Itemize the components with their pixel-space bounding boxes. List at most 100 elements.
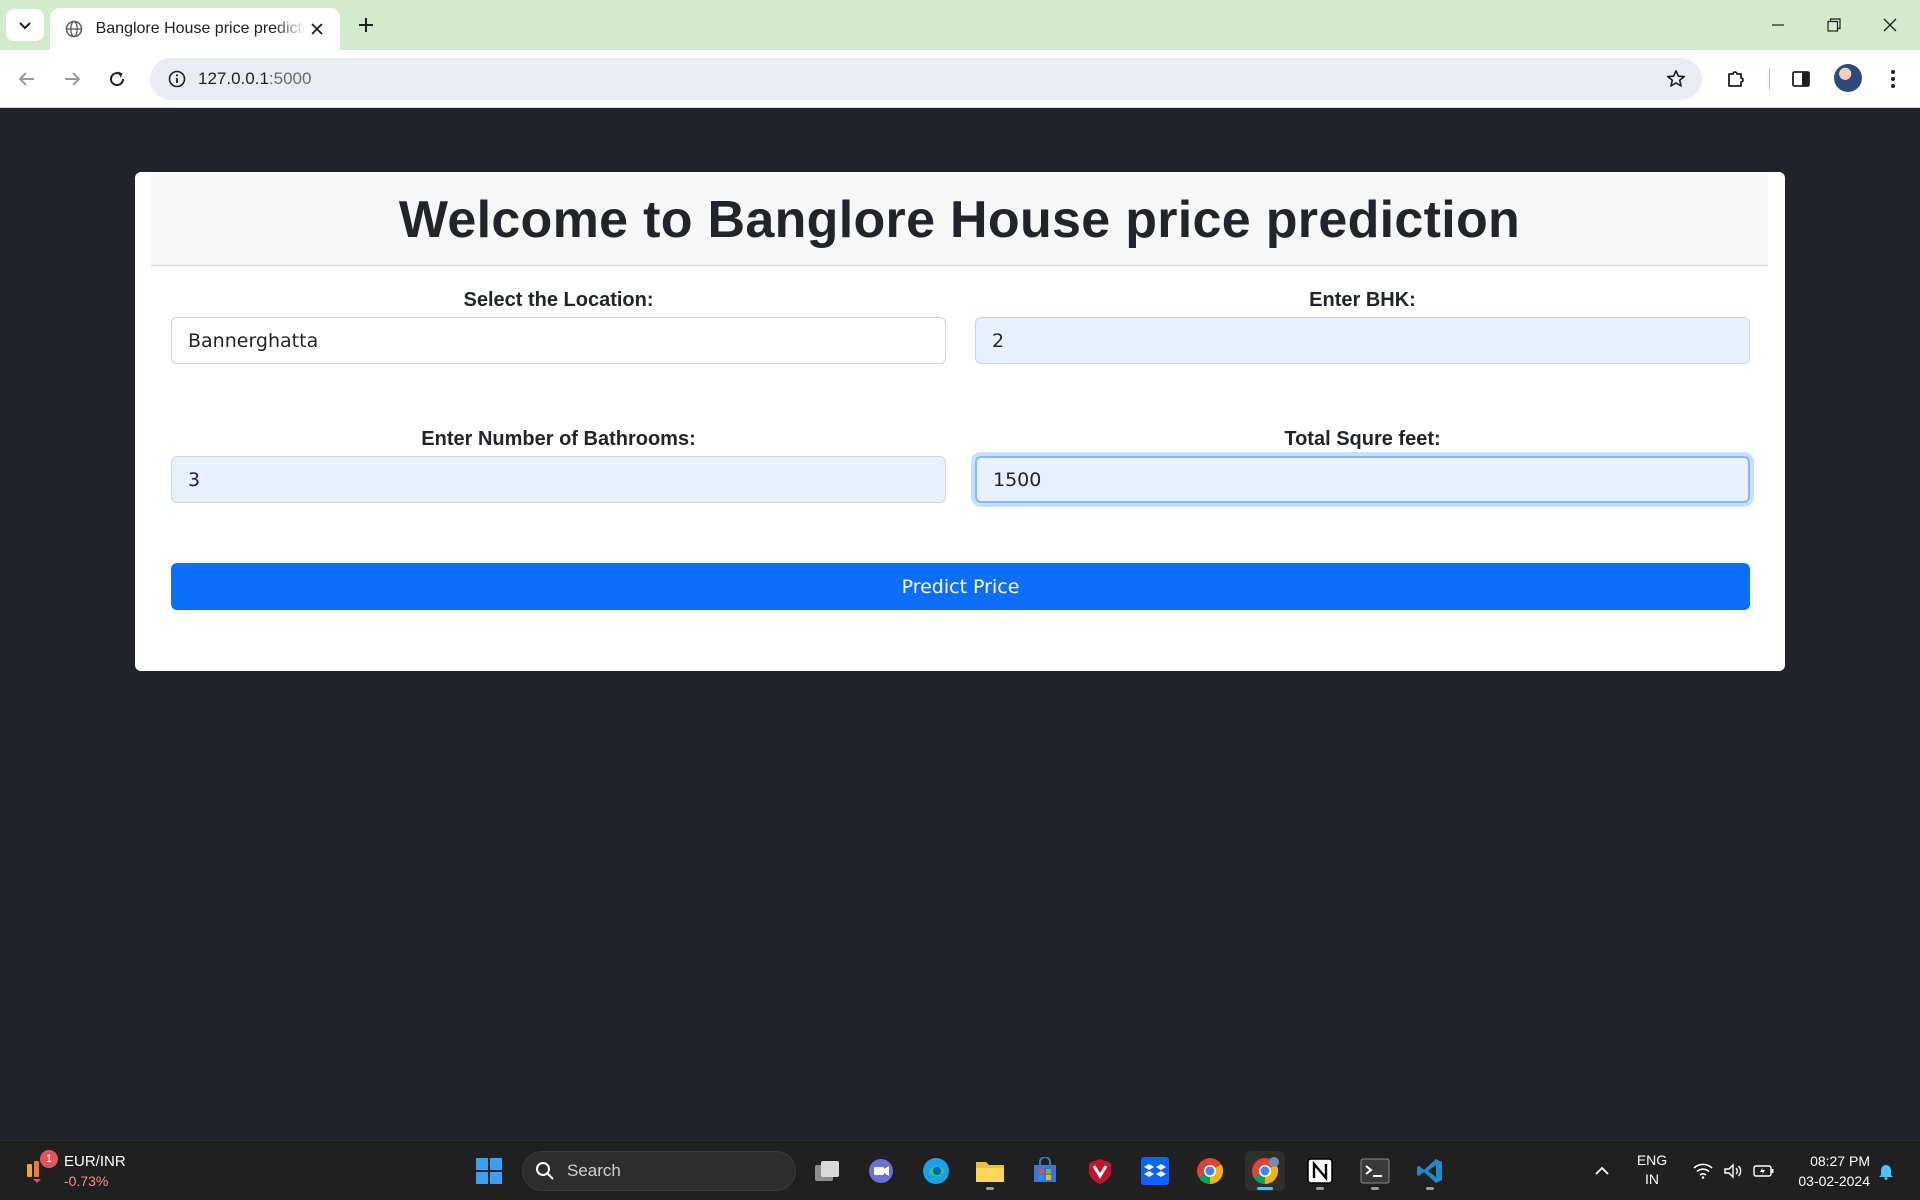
language-line2: IN bbox=[1645, 1171, 1659, 1187]
widget-name: EUR/INR bbox=[64, 1153, 126, 1170]
running-indicator bbox=[1257, 1187, 1273, 1190]
dropbox-button[interactable] bbox=[1135, 1151, 1175, 1191]
location-label: Select the Location: bbox=[463, 289, 654, 311]
tab-search-icon bbox=[19, 22, 31, 30]
restore-button[interactable] bbox=[1806, 0, 1862, 50]
store-icon bbox=[1034, 1157, 1056, 1182]
side-panel-button[interactable] bbox=[1784, 62, 1818, 96]
extensions-icon bbox=[1728, 71, 1744, 87]
windows-taskbar: 1 EUR/INR -0.73% Search ENG IN 08:27 PM … bbox=[0, 1140, 1920, 1200]
plus-icon bbox=[359, 18, 373, 32]
predict-price-button[interactable]: Predict Price bbox=[171, 563, 1750, 610]
language-line1: ENG bbox=[1636, 1152, 1668, 1168]
back-icon bbox=[18, 72, 34, 86]
bathrooms-field: Enter Number of Bathrooms: bbox=[171, 425, 946, 503]
search-label: Search bbox=[567, 1161, 621, 1180]
terminal-button[interactable] bbox=[1355, 1151, 1395, 1191]
store-button[interactable] bbox=[1025, 1151, 1065, 1191]
notion-button[interactable] bbox=[1300, 1151, 1340, 1191]
bathrooms-label: Enter Number of Bathrooms: bbox=[421, 428, 696, 450]
search-icon bbox=[536, 1162, 554, 1180]
globe-icon bbox=[64, 19, 84, 39]
browser-toolbar: 127.0.0.1:5000 bbox=[0, 50, 1920, 108]
side-panel-icon bbox=[1792, 71, 1810, 87]
chrome-icon bbox=[1252, 1157, 1279, 1185]
chrome-profile-button[interactable] bbox=[1245, 1151, 1285, 1191]
vscode-button[interactable] bbox=[1410, 1151, 1450, 1191]
card-header: Welcome to Banglore House price predicti… bbox=[151, 175, 1768, 266]
page-title: Welcome to Banglore House price predicti… bbox=[398, 191, 1521, 249]
minimize-icon bbox=[1772, 24, 1784, 26]
url-host: 127.0.0.1 bbox=[198, 69, 269, 88]
taskbar-search[interactable]: Search bbox=[522, 1151, 796, 1191]
meet-button[interactable] bbox=[861, 1151, 901, 1191]
system-clock[interactable]: 08:27 PM 03-02-2024 bbox=[1780, 1151, 1870, 1191]
bhk-label: Enter BHK: bbox=[1309, 289, 1416, 311]
meet-icon bbox=[869, 1159, 893, 1183]
terminal-icon bbox=[1360, 1158, 1390, 1184]
widget-change: -0.73% bbox=[64, 1173, 109, 1189]
clock-time: 08:27 PM bbox=[1810, 1153, 1870, 1169]
forward-icon bbox=[65, 72, 81, 86]
vscode-icon bbox=[1417, 1159, 1442, 1183]
reload-icon bbox=[110, 71, 125, 87]
url-port: :5000 bbox=[268, 69, 312, 88]
task-view-button[interactable] bbox=[807, 1151, 847, 1191]
chrome-icon bbox=[1197, 1158, 1224, 1185]
back-button[interactable] bbox=[10, 62, 44, 96]
running-indicator bbox=[986, 1187, 994, 1190]
close-icon[interactable] bbox=[306, 18, 328, 40]
notification-bell-icon bbox=[1879, 1165, 1893, 1180]
widget-badge: 1 bbox=[40, 1150, 58, 1168]
location-field: Select the Location: bbox=[171, 286, 946, 364]
quick-settings[interactable] bbox=[1686, 1151, 1782, 1191]
sqft-label: Total Squre feet: bbox=[1284, 428, 1441, 450]
forward-button[interactable] bbox=[55, 62, 89, 96]
bhk-field: Enter BHK: bbox=[975, 286, 1750, 364]
browser-tab-strip: Banglore House price prediction bbox=[0, 0, 1920, 50]
toolbar-divider bbox=[1769, 68, 1770, 90]
dropbox-icon bbox=[1141, 1157, 1169, 1185]
bhk-input[interactable] bbox=[975, 317, 1750, 364]
windows-start-icon bbox=[476, 1158, 502, 1184]
currency-widget[interactable]: 1 EUR/INR -0.73% bbox=[22, 1149, 132, 1193]
task-view-icon bbox=[815, 1161, 839, 1181]
wifi-icon bbox=[1693, 1163, 1713, 1179]
new-tab-button[interactable] bbox=[352, 11, 380, 39]
edge-button[interactable] bbox=[916, 1151, 956, 1191]
running-indicator bbox=[1426, 1187, 1434, 1190]
notification-button[interactable] bbox=[1874, 1151, 1898, 1191]
close-icon bbox=[1883, 18, 1897, 32]
location-select[interactable] bbox=[171, 317, 946, 364]
site-info-icon[interactable] bbox=[164, 66, 190, 92]
close-window-button[interactable] bbox=[1862, 0, 1918, 50]
mcafee-icon bbox=[1089, 1159, 1111, 1184]
tab-search-button[interactable] bbox=[6, 9, 44, 41]
file-explorer-button[interactable] bbox=[970, 1151, 1010, 1191]
mcafee-button[interactable] bbox=[1080, 1151, 1120, 1191]
language-indicator[interactable]: ENG IN bbox=[1630, 1151, 1674, 1189]
minimize-button[interactable] bbox=[1750, 0, 1806, 50]
restore-icon bbox=[1827, 18, 1841, 32]
sqft-field: Total Squre feet: bbox=[975, 425, 1750, 503]
running-indicator bbox=[1371, 1187, 1379, 1190]
star-icon[interactable] bbox=[1664, 67, 1688, 91]
sqft-input[interactable] bbox=[975, 456, 1750, 503]
chevron-up-icon bbox=[1595, 1166, 1609, 1175]
tab-title: Banglore House price prediction bbox=[95, 20, 307, 37]
menu-button[interactable] bbox=[1876, 62, 1910, 96]
bathrooms-input[interactable] bbox=[171, 456, 946, 503]
extensions-button[interactable] bbox=[1719, 62, 1753, 96]
prediction-card: Welcome to Banglore House price predicti… bbox=[135, 172, 1785, 671]
running-indicator bbox=[1316, 1187, 1324, 1190]
menu-icon bbox=[1891, 70, 1895, 88]
reload-button[interactable] bbox=[100, 62, 134, 96]
file-explorer-icon bbox=[976, 1162, 1004, 1182]
avatar[interactable] bbox=[1834, 64, 1862, 92]
volume-icon bbox=[1724, 1163, 1742, 1179]
start-button[interactable] bbox=[469, 1151, 509, 1191]
show-hidden-icons[interactable] bbox=[1590, 1151, 1614, 1191]
active-tab[interactable]: Banglore House price prediction bbox=[50, 8, 340, 50]
chrome-button[interactable] bbox=[1190, 1151, 1230, 1191]
address-bar[interactable]: 127.0.0.1:5000 bbox=[150, 58, 1702, 100]
